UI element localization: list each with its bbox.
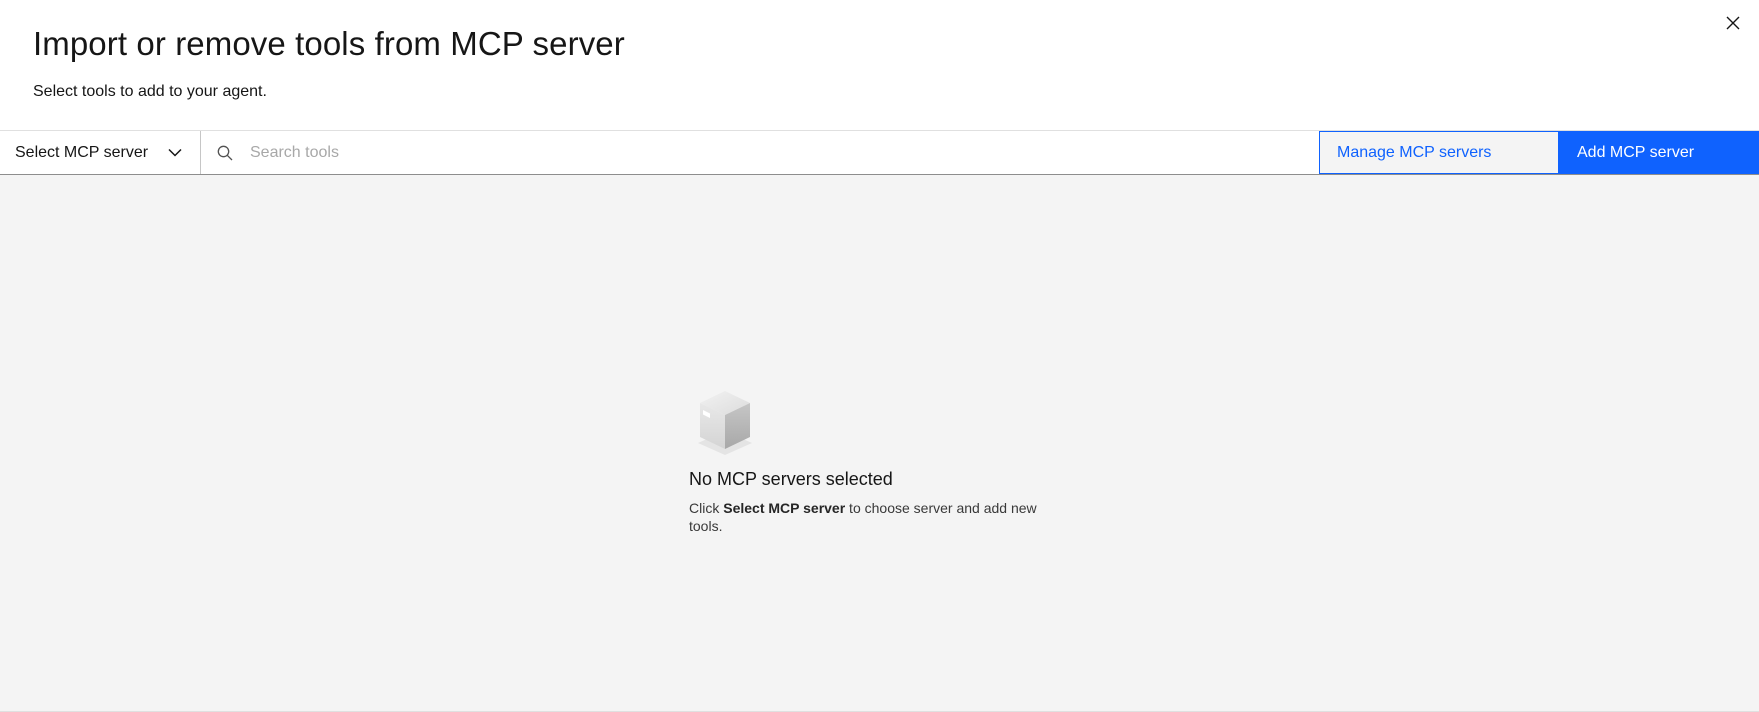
chevron-down-icon — [168, 144, 182, 162]
close-icon — [1726, 16, 1740, 33]
add-mcp-server-button[interactable]: Add MCP server — [1559, 131, 1759, 174]
mcp-server-dropdown-label: Select MCP server — [15, 143, 149, 161]
modal-subtitle: Select tools to add to your agent. — [33, 83, 267, 100]
toolbar: Select MCP server Manage MCP servers Add… — [0, 130, 1759, 175]
empty-state: No MCP servers selected Click Select MCP… — [689, 387, 1069, 535]
empty-state-title: No MCP servers selected — [689, 469, 893, 489]
close-button[interactable] — [1719, 10, 1747, 38]
empty-state-desc-bold: Select MCP server — [723, 500, 846, 516]
modal-header: Import or remove tools from MCP server S… — [0, 0, 1759, 130]
search-bar — [201, 131, 1319, 174]
empty-state-description: Click Select MCP server to choose server… — [689, 499, 1049, 535]
manage-mcp-servers-button[interactable]: Manage MCP servers — [1319, 131, 1559, 174]
modal-title: Import or remove tools from MCP server — [33, 25, 625, 62]
mcp-server-dropdown[interactable]: Select MCP server — [0, 131, 201, 174]
search-tools-input[interactable] — [248, 131, 1319, 174]
search-icon — [216, 144, 234, 162]
empty-state-desc-prefix: Click — [689, 500, 724, 516]
import-tools-modal: Import or remove tools from MCP server S… — [0, 0, 1759, 712]
package-box-icon — [695, 387, 755, 457]
tools-content-area: No MCP servers selected Click Select MCP… — [0, 175, 1759, 712]
